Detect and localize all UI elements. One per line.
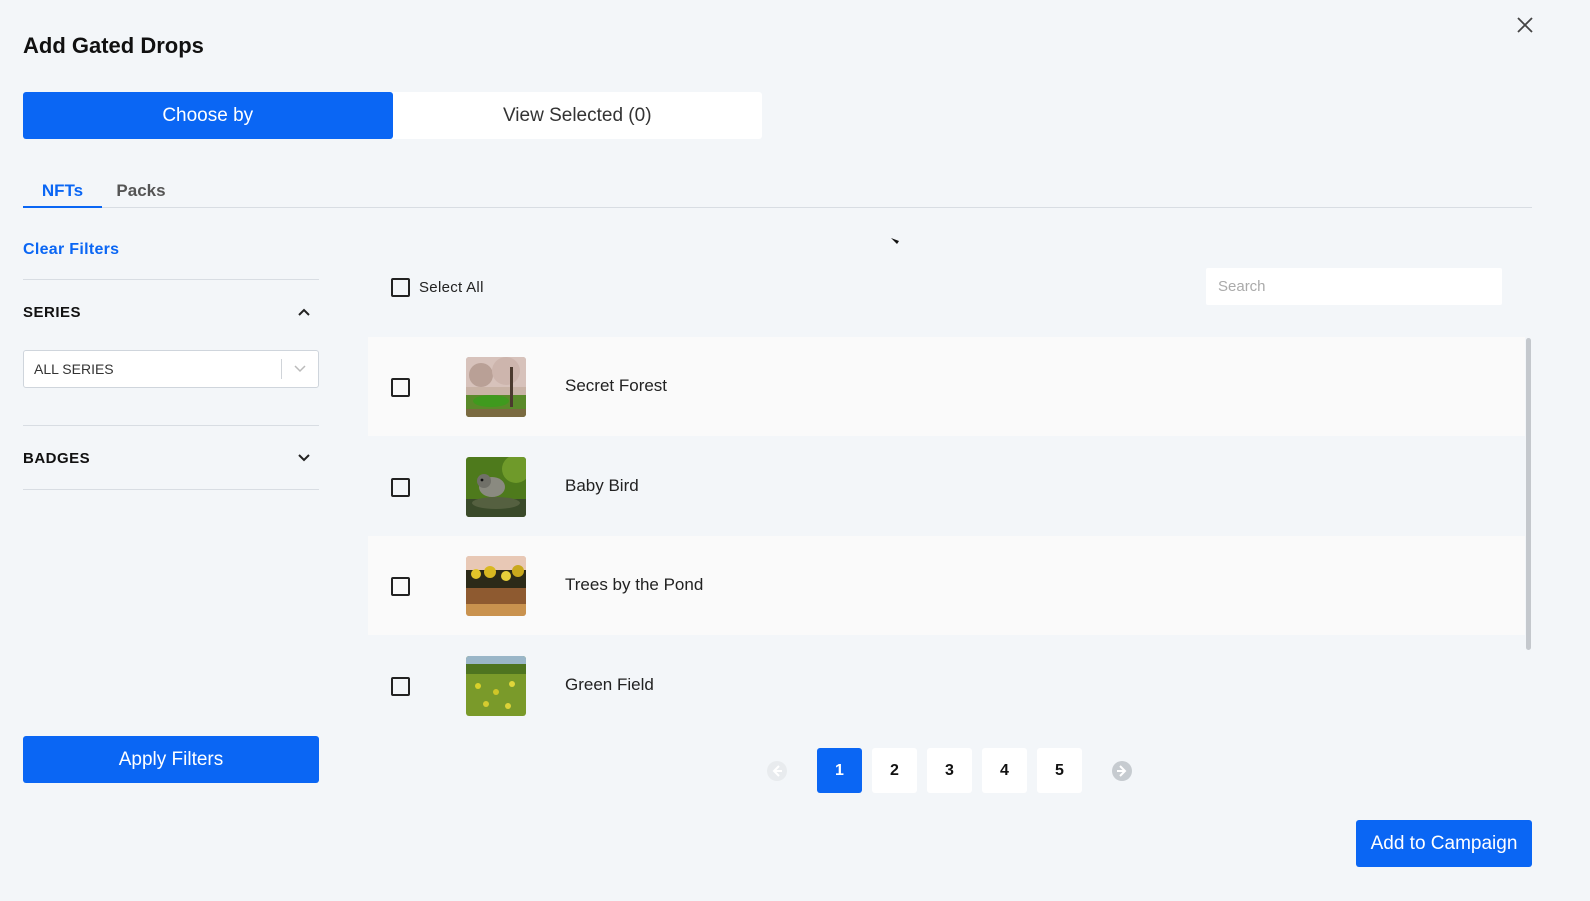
view-toggle: Choose by View Selected (0) [23,92,762,139]
item-checkbox[interactable] [391,478,410,497]
item-name: Trees by the Pond [565,575,704,594]
close-icon[interactable] [1516,16,1534,34]
chevron-up-icon[interactable] [297,307,311,317]
page-3-button[interactable]: 3 [927,748,972,793]
item-name: Green Field [565,675,654,694]
next-page-button[interactable] [1111,760,1133,782]
bird-thumbnail [466,457,526,517]
chevron-down-icon[interactable] [297,453,311,463]
tab-packs[interactable]: Packs [108,176,174,206]
search-input[interactable] [1206,268,1502,305]
checkbox[interactable] [391,278,410,297]
page-5-button[interactable]: 5 [1037,748,1082,793]
item-checkbox[interactable] [391,577,410,596]
list-scrollbar[interactable] [1526,338,1531,650]
list-item[interactable]: Trees by the Pond [368,536,1525,635]
series-filter-header[interactable]: SERIES [23,300,319,324]
prev-page-button[interactable] [766,760,788,782]
mouse-cursor-icon [891,238,899,244]
item-checkbox[interactable] [391,378,410,397]
forest-thumbnail [466,357,526,417]
list-item[interactable]: Baby Bird [368,437,1525,536]
field-thumbnail [466,656,526,716]
add-to-campaign-button[interactable]: Add to Campaign [1356,820,1532,867]
select-all-label: Select All [419,279,484,296]
item-name: Secret Forest [565,376,668,395]
list-item[interactable]: Green Field [368,636,1525,735]
arrow-right-icon[interactable] [1111,760,1133,782]
badges-filter-header[interactable]: BADGES [23,446,319,470]
divider [23,489,319,490]
item-checkbox[interactable] [391,677,410,696]
item-name: Baby Bird [565,476,639,495]
badges-label: BADGES [23,449,91,467]
chevron-down-icon[interactable] [282,365,318,373]
select-all-checkbox[interactable]: Select All [391,278,484,297]
series-select[interactable]: ALL SERIES [23,350,319,388]
list-item[interactable]: Secret Forest [368,337,1525,436]
tab-bar: NFTs Packs [23,176,1532,208]
pond-thumbnail [466,556,526,616]
series-select-value: ALL SERIES [34,361,114,377]
close-button[interactable] [1512,12,1538,38]
modal-title: Add Gated Drops [23,33,204,58]
choose-by-button[interactable]: Choose by [23,92,393,139]
page-2-button[interactable]: 2 [872,748,917,793]
apply-filters-button[interactable]: Apply Filters [23,736,319,783]
divider [23,279,319,280]
tab-nfts[interactable]: NFTs [23,176,102,208]
arrow-left-icon[interactable] [766,760,788,782]
view-selected-button[interactable]: View Selected (0) [393,92,763,139]
clear-filters-link[interactable]: Clear Filters [23,241,119,259]
divider [23,425,319,426]
nft-list: Secret Forest Baby Bird Trees by the Pon… [368,337,1525,735]
series-label: SERIES [23,303,82,321]
page-1-button[interactable]: 1 [817,748,862,793]
page-4-button[interactable]: 4 [982,748,1027,793]
